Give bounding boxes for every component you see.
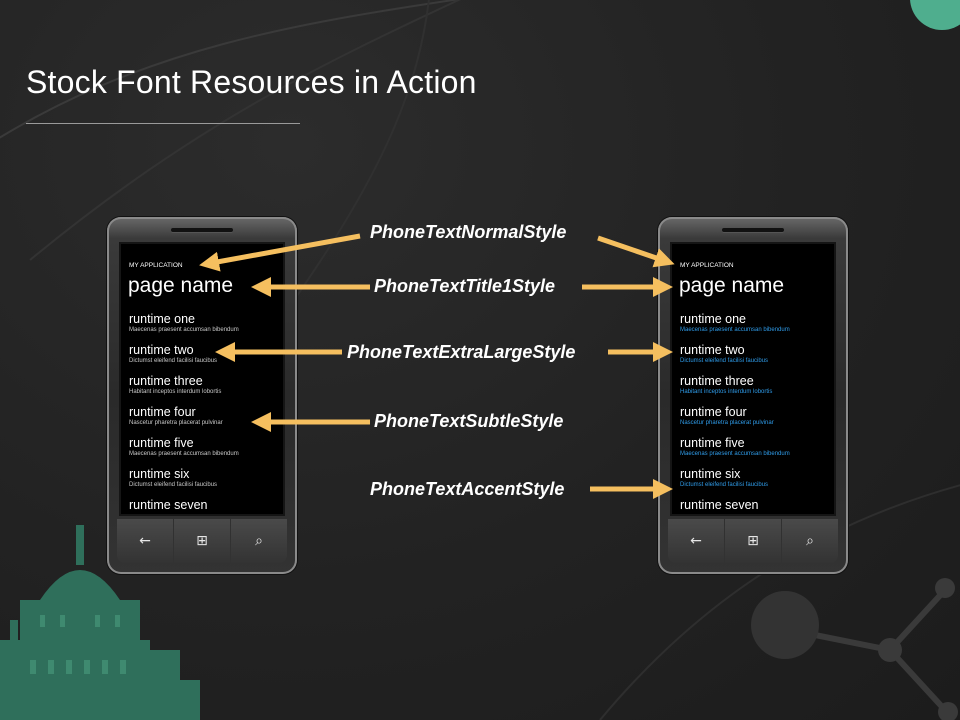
label-accent-style: PhoneTextAccentStyle	[370, 479, 565, 499]
label-extralarge-style: PhoneTextExtraLargeStyle	[347, 342, 576, 362]
slide: Stock Font Resources in Action MY APPLIC…	[0, 0, 960, 720]
arrow-normal-left	[199, 233, 361, 272]
label-subtle-style: PhoneTextSubtleStyle	[374, 411, 564, 431]
label-title1-style: PhoneTextTitle1Style	[374, 276, 556, 296]
label-normal-style: PhoneTextNormalStyle	[370, 222, 567, 242]
arrow-normal-right	[597, 235, 675, 268]
